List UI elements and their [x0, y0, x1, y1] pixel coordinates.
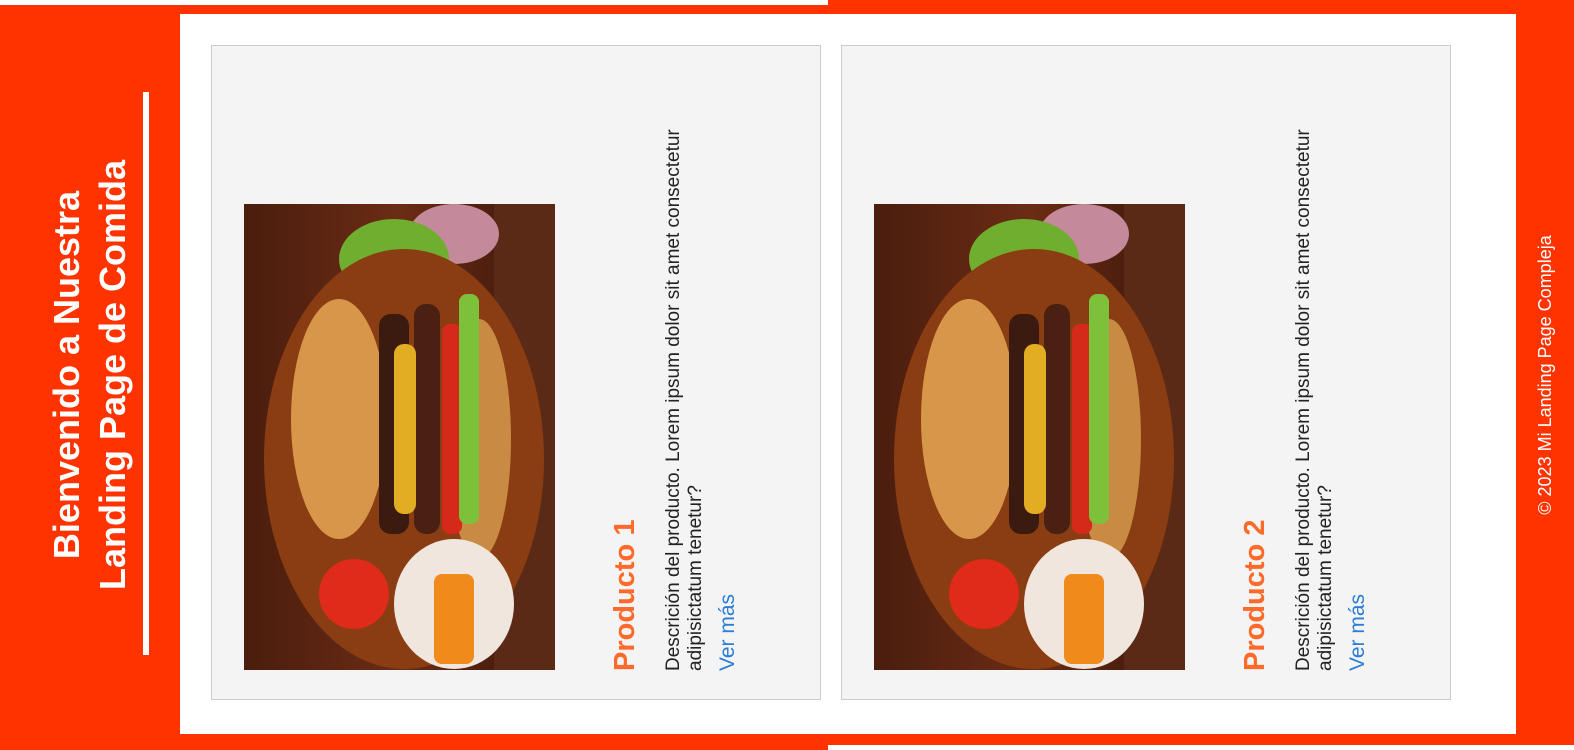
- products-section: Producto 1 Descrición del producto. Lore…: [180, 14, 1516, 734]
- site-footer: © 2023 Mi Landing Page Compleja: [1516, 0, 1574, 750]
- header-divider: [143, 92, 149, 655]
- bottom-white-stripe: [828, 745, 1574, 750]
- product-title: Producto 1: [609, 519, 641, 671]
- footer-copyright: © 2023 Mi Landing Page Compleja: [1535, 235, 1555, 515]
- product-card: Producto 1 Descrición del producto. Lore…: [211, 45, 821, 700]
- product-description: Descrición del producto. Lorem ipsum dol…: [1293, 129, 1336, 671]
- product-text-block: Producto 1 Descrición del producto. Lore…: [607, 91, 807, 671]
- page-title: Bienvenido a Nuestra Landing Page de Com…: [46, 159, 133, 591]
- product-description: Descrición del producto. Lorem ipsum dol…: [663, 129, 706, 671]
- product-text-block: Producto 2 Descrición del producto. Lore…: [1237, 91, 1437, 671]
- see-more-link[interactable]: Ver más: [1345, 594, 1371, 671]
- product-title: Producto 2: [1239, 519, 1271, 671]
- product-image: [874, 204, 1185, 670]
- site-header: Bienvenido a Nuestra Landing Page de Com…: [0, 0, 180, 750]
- product-image: [244, 204, 555, 670]
- see-more-link[interactable]: Ver más: [715, 594, 741, 671]
- product-card: Producto 2 Descrición del producto. Lore…: [841, 45, 1451, 700]
